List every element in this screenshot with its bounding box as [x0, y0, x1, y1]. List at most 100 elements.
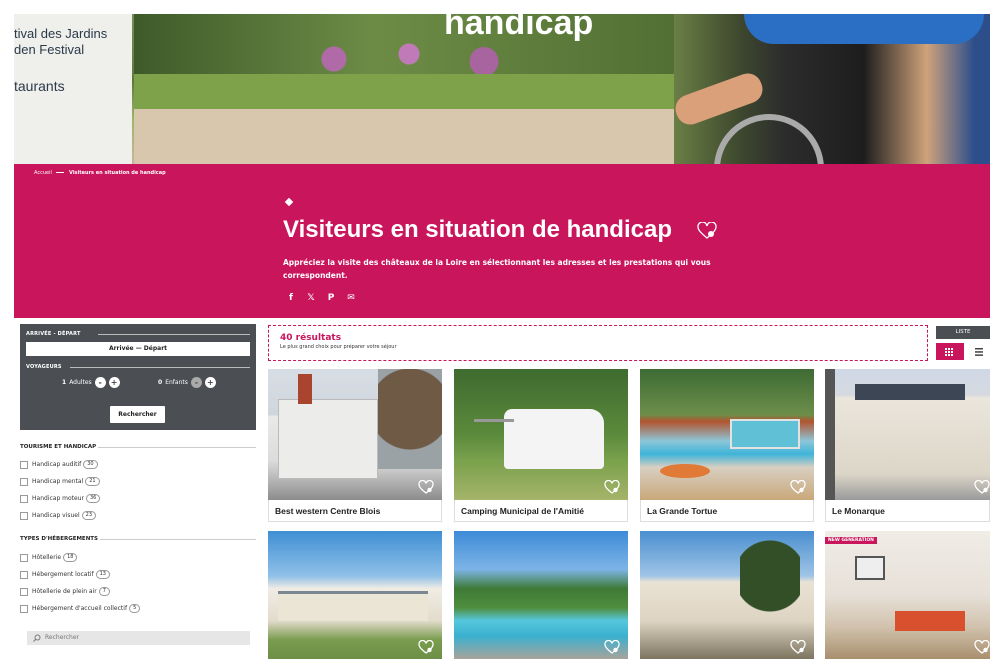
filter-option[interactable]: Handicap visuel 23 [20, 511, 97, 520]
children-count: 0 [158, 379, 163, 386]
filter-label: Handicap visuel [32, 512, 80, 519]
favorite-heart-icon[interactable] [974, 640, 990, 654]
hero-wheelchair-user [671, 14, 990, 164]
chimney [298, 374, 312, 404]
breadcrumb: Accueil Visiteurs en situation de handic… [34, 170, 166, 176]
checkbox[interactable] [20, 460, 28, 469]
filter-count: 30 [83, 460, 98, 469]
divider [98, 447, 256, 448]
parasol [660, 464, 710, 478]
filter-label: Hébergement locatif [32, 571, 94, 578]
results-count: 40 résultats [280, 333, 342, 343]
keyword-search-input[interactable]: Rechercher [27, 631, 250, 645]
card-title[interactable]: Best western Centre Blois [268, 500, 442, 522]
list-view-button[interactable] [966, 343, 990, 360]
favorite-heart-icon[interactable] [974, 480, 990, 494]
favorite-heart-icon[interactable] [790, 480, 806, 494]
building-facade [278, 399, 378, 479]
results-subtitle: Le plus grand choix pour préparer votre … [280, 344, 397, 350]
card-image[interactable] [640, 369, 814, 500]
card-image[interactable] [268, 369, 442, 500]
tree [740, 531, 800, 621]
camper-van [504, 409, 604, 469]
filter-option[interactable]: Hôtellerie 18 [20, 553, 78, 562]
filter-option[interactable]: Handicap moteur 36 [20, 494, 101, 503]
dates-input[interactable]: Arrivée — Départ [26, 342, 250, 356]
adults-increment-button[interactable]: + [108, 377, 120, 388]
filter-count: 23 [81, 511, 97, 520]
sign-line: tival des Jardins [14, 26, 108, 41]
filter-count: 5 [129, 604, 141, 613]
filter-heading-tourism: TOURISME ET HANDICAP [20, 444, 97, 450]
favorite-heart-icon[interactable] [604, 480, 620, 494]
filter-option[interactable]: Handicap auditif 30 [20, 460, 98, 469]
divider [98, 334, 250, 335]
card-image[interactable] [825, 531, 990, 659]
divider [70, 367, 250, 368]
filter-count: 13 [95, 570, 110, 579]
x-twitter-icon[interactable]: 𝕏 [306, 293, 316, 303]
email-icon[interactable]: ✉ [346, 293, 356, 303]
filter-option[interactable]: Hébergement d'accueil collectif 5 [20, 604, 141, 613]
card-title[interactable]: Camping Municipal de l'Amitié [454, 500, 628, 522]
covered-pool [730, 419, 800, 449]
view-switcher: LISTE [936, 326, 990, 360]
filter-label: Handicap auditif [32, 461, 82, 468]
page-title: Visiteurs en situation de handicap [283, 216, 672, 243]
pole [825, 369, 835, 500]
checkbox[interactable] [20, 570, 28, 579]
children-increment-button[interactable]: + [204, 377, 216, 388]
favorite-heart-icon[interactable] [604, 640, 620, 654]
checkbox[interactable] [20, 511, 28, 520]
sign-line: taurants [14, 78, 65, 94]
travellers-label: VOYAGEURS [26, 364, 62, 370]
adults-decrement-button[interactable]: - [94, 377, 106, 388]
children-stepper: 0 Enfants - + [158, 377, 216, 388]
card-image[interactable] [454, 369, 628, 500]
children-decrement-button[interactable]: - [190, 377, 202, 388]
filter-option[interactable]: Handicap mental 21 [20, 477, 100, 486]
filter-option[interactable]: Hébergement locatif 13 [20, 570, 110, 579]
diamond-icon [284, 197, 294, 207]
checkbox[interactable] [20, 477, 28, 486]
dates-label: ARRIVÉE - DÉPART [26, 331, 81, 337]
hero-banner: tival des Jardins den Festival taurants … [14, 14, 990, 164]
checkbox[interactable] [20, 553, 28, 562]
favorite-heart-icon[interactable] [418, 480, 434, 494]
card-image[interactable] [268, 531, 442, 659]
breadcrumb-home[interactable]: Accueil [34, 170, 52, 176]
list-view-label[interactable]: LISTE [936, 326, 990, 339]
card-title[interactable]: La Grande Tortue [640, 500, 814, 522]
filter-label: Handicap mental [32, 478, 84, 485]
favorite-heart-icon[interactable] [418, 640, 434, 654]
checkbox[interactable] [20, 604, 28, 613]
share-links: f 𝕏 P ✉ [286, 293, 356, 303]
hero-title: handicap [444, 14, 594, 42]
filter-count: 7 [98, 587, 110, 596]
filter-option[interactable]: Hôtellerie de plein air 7 [20, 587, 110, 596]
page-subtitle: Appréciez la visite des châteaux de la L… [283, 258, 711, 280]
checkbox[interactable] [20, 587, 28, 596]
checkbox[interactable] [20, 494, 28, 503]
booking-search-panel: ARRIVÉE - DÉPART Arrivée — Départ VOYAGE… [20, 324, 256, 430]
card-image[interactable] [640, 531, 814, 659]
facebook-icon[interactable]: f [286, 293, 296, 303]
breadcrumb-current: Visiteurs en situation de handicap [69, 170, 166, 176]
pinterest-icon[interactable]: P [326, 293, 336, 303]
card-image[interactable] [454, 531, 628, 659]
tree [378, 369, 442, 469]
divider [100, 539, 256, 540]
add-favorite-heart-icon[interactable] [697, 222, 717, 240]
favorite-heart-icon[interactable] [790, 640, 806, 654]
filter-count: 21 [85, 477, 100, 486]
filter-label: Hôtellerie de plein air [32, 588, 97, 595]
adults-label: Adultes [69, 379, 92, 386]
card-image[interactable] [825, 369, 990, 500]
filter-label: Hôtellerie [32, 554, 62, 561]
grid-view-button[interactable] [936, 343, 964, 360]
card-title[interactable]: Le Monarque [825, 500, 990, 522]
wall-frame [855, 556, 885, 580]
search-button[interactable]: Rechercher [110, 406, 165, 423]
adults-stepper: 1 Adultes - + [62, 377, 120, 388]
bed-throw [895, 611, 965, 631]
